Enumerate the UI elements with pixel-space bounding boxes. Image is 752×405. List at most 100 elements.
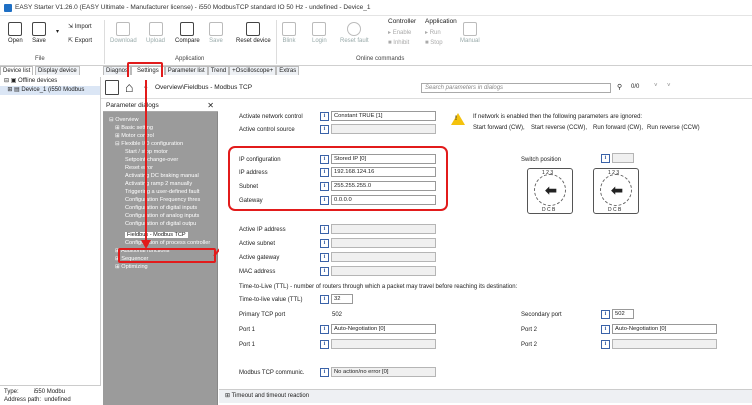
reset-device-button[interactable]: Reset device — [236, 22, 271, 44]
dial-digits: D C B — [542, 207, 556, 213]
timeout-section[interactable]: ⊞ Timeout and timeout reaction — [219, 389, 752, 403]
save-app-button[interactable]: Save — [209, 22, 223, 44]
info-icon[interactable]: i — [320, 112, 329, 121]
warning-item: Run reverse (CCW) — [647, 125, 700, 131]
tree-item-device[interactable]: ⊞ ▤ Device_1 (i550 Modbus — [0, 86, 100, 95]
application-group-label: Application — [175, 56, 205, 62]
active-subnet-label: Active subnet — [239, 241, 276, 247]
download-button[interactable]: Download — [110, 22, 137, 44]
search-icon[interactable]: ⚲ — [617, 83, 622, 91]
active-control-source-field — [331, 124, 436, 134]
port2-select[interactable]: Auto-Negotiation [0] — [612, 324, 717, 334]
tab-device-list[interactable]: Device list — [0, 66, 34, 75]
secondary-port-input[interactable]: 502 — [612, 309, 634, 319]
warning-item: Start reverse (CCW), — [531, 125, 588, 131]
ttl-input[interactable]: 32 — [331, 294, 353, 304]
warning-text: If network is enabled then the following… — [473, 114, 643, 120]
active-control-source-label: Active control source — [239, 127, 295, 133]
open-button[interactable]: Open — [8, 22, 23, 44]
info-icon[interactable]: i — [601, 325, 610, 334]
info-icon[interactable]: i — [320, 295, 329, 304]
rotary-switch-1: ⬅ 1 2 3 D C B — [527, 168, 573, 214]
port1-select[interactable]: Auto-Negotiation [0] — [331, 324, 436, 334]
primary-port-label: Primary TCP port — [239, 312, 286, 318]
manual-icon — [462, 22, 477, 36]
modbus-comm-label: Modbus TCP communic. — [239, 370, 305, 376]
controller-title: Controller — [388, 18, 417, 25]
main-form: Activate network control i Constant TRUE… — [219, 108, 752, 405]
switch-position-field — [612, 153, 634, 163]
active-ip-label: Active IP address — [239, 227, 286, 233]
download-icon — [116, 22, 131, 36]
secondary-port-label: Secondary port — [521, 312, 562, 318]
run-button[interactable]: ▸ Run — [425, 29, 441, 36]
device-tree: ⊟ ▣ Offline devices ⊞ ▤ Device_1 (i550 M… — [0, 77, 101, 385]
reset-fault-icon — [347, 22, 362, 36]
port2b-label: Port 2 — [521, 342, 538, 348]
search-input[interactable]: Search parameters in dialogs — [421, 83, 611, 93]
arrow-left-icon: ⬅ — [611, 182, 623, 198]
arrow-left-icon: ⬅ — [545, 182, 557, 198]
tab-display-device[interactable]: Display device — [35, 66, 80, 75]
login-icon — [312, 22, 327, 36]
tab-extras[interactable]: Extras — [276, 66, 300, 75]
inhibit-button[interactable]: ■ Inhibit — [388, 40, 409, 46]
activate-network-label: Activate network control — [239, 114, 303, 120]
online-group-label: Online commands — [356, 56, 405, 62]
port2b-field — [612, 339, 717, 349]
active-subnet-field — [331, 238, 436, 248]
floppy-icon — [32, 22, 46, 36]
upload-button[interactable]: Upload — [146, 22, 165, 44]
activate-network-select[interactable]: Constant TRUE [1] — [331, 111, 436, 121]
mac-field — [331, 266, 436, 276]
save-device-icon — [209, 22, 223, 36]
ribbon: Open Save ▾ ⇲ Import ⇱ Export File Downl… — [0, 16, 752, 66]
upload-icon — [148, 22, 163, 36]
info-icon[interactable]: i — [320, 267, 329, 276]
manual-button[interactable]: Manual — [460, 22, 480, 44]
folder-icon — [8, 22, 23, 36]
info-icon[interactable]: i — [320, 239, 329, 248]
tree-item-offline[interactable]: ⊟ ▣ Offline devices — [0, 77, 100, 86]
primary-port-value: 502 — [332, 312, 343, 318]
reset-fault-button[interactable]: Reset fault — [340, 22, 369, 44]
dial-digits: 1 2 3 — [608, 170, 620, 176]
dial-digits: D C B — [608, 207, 622, 213]
import-button[interactable]: ⇲ Import — [68, 23, 92, 30]
warning-item: Run forward (CW), — [593, 125, 644, 131]
separator — [276, 20, 277, 64]
reset-device-icon — [246, 22, 261, 36]
chevron-down-icon[interactable]: ˅ — [667, 83, 671, 89]
separator — [104, 20, 105, 64]
save-file-button[interactable]: Save — [32, 22, 46, 44]
file-group-label: File — [35, 56, 45, 62]
info-icon[interactable]: i — [320, 253, 329, 262]
search-count: 0/0 — [631, 84, 640, 90]
info-icon[interactable]: i — [320, 225, 329, 234]
chevron-up-icon[interactable]: ˅ — [654, 83, 658, 89]
info-icon[interactable]: i — [601, 310, 610, 319]
login-button[interactable]: Login — [312, 22, 327, 44]
info-icon[interactable]: i — [601, 154, 610, 163]
info-icon[interactable]: i — [320, 368, 329, 377]
export-button[interactable]: ⇱ Export — [68, 37, 92, 44]
ttl-note: Time-to-Live (TTL) - number of routers t… — [239, 284, 518, 290]
info-icon[interactable]: i — [320, 325, 329, 334]
rotary-switch-2: ⬅ 1 2 3 D C B — [593, 168, 639, 214]
info-icon[interactable]: i — [601, 340, 610, 349]
info-icon[interactable]: i — [320, 125, 329, 134]
port1b-field — [331, 339, 436, 349]
compare-button[interactable]: Compare — [175, 22, 200, 44]
blink-button[interactable]: Blink — [282, 22, 296, 44]
blink-icon — [282, 22, 296, 36]
stop-button[interactable]: ■ Stop — [425, 40, 443, 46]
mac-label: MAC address — [239, 269, 276, 275]
switch-position-label: Switch position — [521, 157, 562, 163]
info-icon[interactable]: i — [320, 340, 329, 349]
list-item[interactable]: ⊞ Optimizing — [109, 263, 217, 271]
chevron-down-icon[interactable]: ▾ — [56, 28, 59, 35]
warning-exclamation: ! — [455, 116, 457, 122]
warning-item: Start forward (CW), — [473, 125, 525, 131]
ip-settings-highlight — [228, 146, 448, 211]
enable-button[interactable]: ▸ Enable — [388, 29, 411, 36]
